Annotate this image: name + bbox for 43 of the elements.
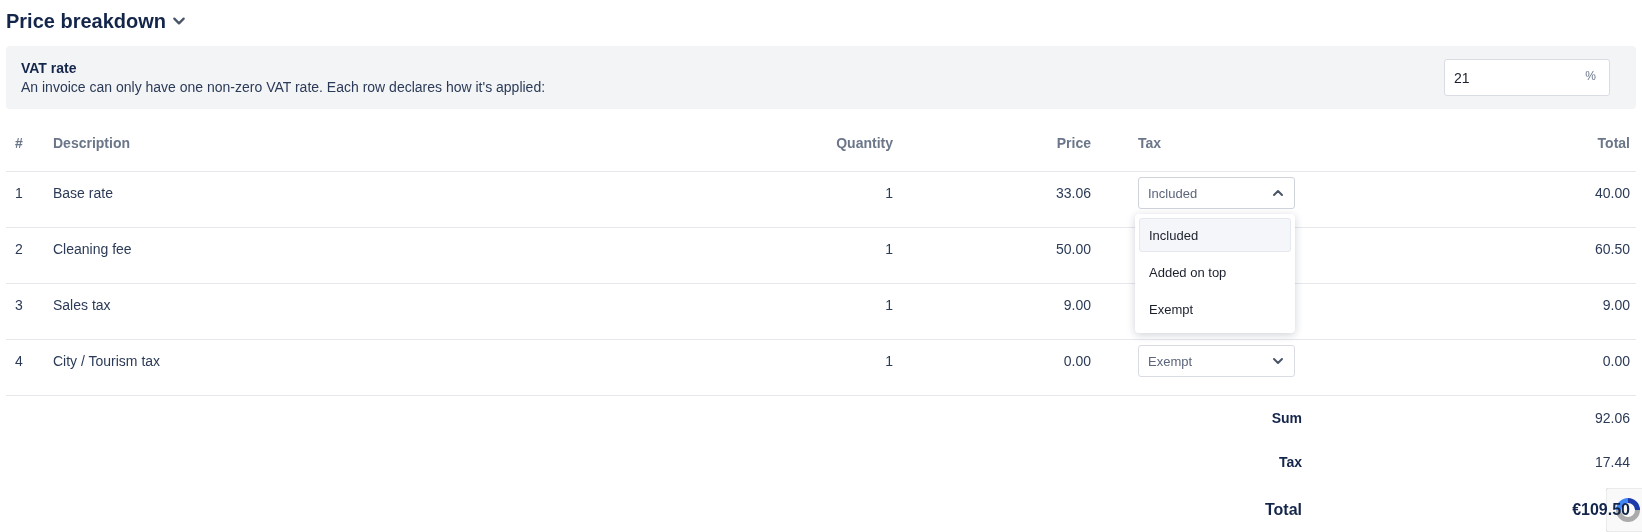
total-cell: 0.00	[1329, 340, 1636, 396]
quantity-cell: 1	[709, 172, 909, 228]
summary-value: 92.06	[1594, 410, 1630, 426]
total-cell: 9.00	[1329, 284, 1636, 340]
vat-label: VAT rate	[21, 60, 78, 76]
tax-select[interactable]: Exempt	[1138, 345, 1295, 377]
price-cell: 9.00	[909, 284, 1129, 340]
row-number: 4	[6, 340, 44, 396]
quantity-cell: 1	[709, 284, 909, 340]
price-cell: 50.00	[909, 228, 1129, 284]
summary-label: Sum	[1270, 409, 1303, 428]
total-cell: 40.00	[1329, 172, 1636, 228]
description-cell: Sales tax	[44, 284, 709, 340]
quantity-cell: 1	[709, 228, 909, 284]
tax-option[interactable]: Included	[1139, 218, 1291, 252]
tax-option[interactable]: Exempt	[1139, 292, 1291, 326]
column-header: Tax	[1129, 115, 1329, 172]
chevron-down-icon	[1272, 355, 1284, 367]
summary-value: 17.44	[1594, 454, 1630, 470]
description-cell: Base rate	[44, 172, 709, 228]
summary-label: Tax	[1277, 453, 1303, 472]
summary-label: Total	[1263, 500, 1303, 520]
percent-unit: %	[1585, 69, 1596, 83]
description-cell: Cleaning fee	[44, 228, 709, 284]
column-header: Quantity	[709, 115, 909, 172]
price-cell: 33.06	[909, 172, 1129, 228]
row-number: 1	[6, 172, 44, 228]
row-number: 3	[6, 284, 44, 340]
chevron-up-icon	[1272, 187, 1284, 199]
column-header: Total	[1329, 115, 1636, 172]
total-cell: 60.50	[1329, 228, 1636, 284]
tax-option[interactable]: Added on top	[1139, 255, 1291, 289]
row-number: 2	[6, 228, 44, 284]
section-title: Price breakdown	[6, 9, 167, 33]
column-header: Description	[44, 115, 709, 172]
quantity-cell: 1	[709, 340, 909, 396]
tax-select[interactable]: Included	[1138, 177, 1295, 209]
column-header: Price	[909, 115, 1129, 172]
summary-value: €109.50	[1572, 501, 1630, 519]
description-cell: City / Tourism tax	[44, 340, 709, 396]
vat-description: An invoice can only have one non-zero VAT rate. Each row declares how it's applied:	[21, 79, 546, 95]
column-header: #	[6, 115, 44, 172]
price-cell: 0.00	[909, 340, 1129, 396]
